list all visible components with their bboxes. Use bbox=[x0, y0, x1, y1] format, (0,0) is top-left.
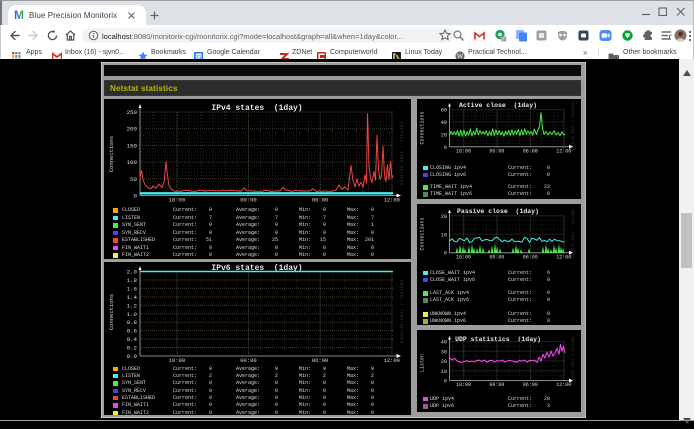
svg-text:RRDTOOL / TOBI OETIKER: RRDTOOL / TOBI OETIKER bbox=[571, 209, 575, 258]
svg-text:06:00: 06:00 bbox=[523, 254, 538, 260]
svg-text:0.6: 0.6 bbox=[127, 328, 138, 335]
svg-text:0: 0 bbox=[444, 378, 447, 384]
svg-text:0.8: 0.8 bbox=[127, 319, 138, 326]
svg-text:40: 40 bbox=[441, 120, 447, 126]
svg-text:12:00: 12:00 bbox=[556, 254, 571, 260]
svg-text:0.4: 0.4 bbox=[127, 336, 138, 343]
svg-text:06:00: 06:00 bbox=[312, 357, 329, 364]
svg-text:1.4: 1.4 bbox=[127, 294, 138, 301]
svg-text:0: 0 bbox=[444, 250, 447, 256]
svg-text:0: 0 bbox=[444, 145, 447, 151]
svg-text:1.0: 1.0 bbox=[127, 311, 138, 318]
svg-text:200: 200 bbox=[127, 126, 138, 133]
svg-text:06:00: 06:00 bbox=[523, 382, 538, 388]
svg-text:RRDTOOL / TOBI OETIKER: RRDTOOL / TOBI OETIKER bbox=[399, 122, 404, 186]
svg-text:150: 150 bbox=[127, 142, 138, 149]
svg-text:Listen: Listen bbox=[420, 353, 426, 371]
svg-text:12:00: 12:00 bbox=[383, 197, 400, 204]
svg-text:Active close (1day): Active close (1day) bbox=[459, 102, 537, 109]
svg-text:18:00: 18:00 bbox=[456, 254, 471, 260]
svg-text:00:00: 00:00 bbox=[489, 382, 504, 388]
svg-text:1.6: 1.6 bbox=[127, 285, 138, 292]
svg-text:1.2: 1.2 bbox=[127, 302, 138, 309]
svg-text:Connections: Connections bbox=[108, 136, 115, 172]
svg-text:12: 12 bbox=[501, 37, 507, 42]
svg-text:30: 30 bbox=[441, 349, 447, 355]
svg-text:18:00: 18:00 bbox=[456, 382, 471, 388]
svg-text:00:00: 00:00 bbox=[240, 357, 257, 364]
svg-text:100: 100 bbox=[127, 159, 138, 166]
svg-text:1.8: 1.8 bbox=[127, 277, 138, 284]
svg-text:00:00: 00:00 bbox=[489, 149, 504, 155]
svg-text:Connections: Connections bbox=[108, 294, 115, 330]
svg-text:12:00: 12:00 bbox=[556, 382, 571, 388]
svg-text:RRDTOOL / TOBI OETIKER: RRDTOOL / TOBI OETIKER bbox=[571, 336, 575, 385]
svg-text:06:00: 06:00 bbox=[523, 149, 538, 155]
svg-text:250: 250 bbox=[127, 109, 138, 116]
svg-text:00:00: 00:00 bbox=[489, 254, 504, 260]
svg-text:Passive close (1day): Passive close (1day) bbox=[457, 208, 539, 215]
svg-text:40: 40 bbox=[441, 339, 447, 345]
svg-text:00:00: 00:00 bbox=[240, 197, 257, 204]
svg-text:Connections: Connections bbox=[420, 217, 426, 250]
svg-text:0.2: 0.2 bbox=[127, 345, 138, 352]
svg-text:Connections: Connections bbox=[420, 111, 426, 144]
svg-text:10: 10 bbox=[441, 232, 447, 238]
svg-text:18:00: 18:00 bbox=[169, 197, 186, 204]
svg-text:60: 60 bbox=[441, 108, 447, 114]
svg-text:20: 20 bbox=[441, 213, 447, 219]
svg-text:06:00: 06:00 bbox=[312, 197, 329, 204]
svg-text:RRDTOOL / TOBI OETIKER: RRDTOOL / TOBI OETIKER bbox=[571, 103, 575, 152]
svg-text:RRDTOOL / TOBI OETIKER: RRDTOOL / TOBI OETIKER bbox=[399, 280, 404, 344]
svg-text:12:00: 12:00 bbox=[383, 357, 400, 364]
svg-text:0.0: 0.0 bbox=[127, 353, 138, 360]
svg-text:18:00: 18:00 bbox=[456, 149, 471, 155]
svg-text:50: 50 bbox=[130, 176, 137, 183]
svg-text:18:00: 18:00 bbox=[169, 357, 186, 364]
svg-text:12:00: 12:00 bbox=[556, 149, 571, 155]
svg-text:10: 10 bbox=[441, 368, 447, 374]
svg-text:2.0: 2.0 bbox=[127, 269, 138, 276]
svg-text:20: 20 bbox=[441, 132, 447, 138]
svg-text:0: 0 bbox=[134, 193, 138, 200]
svg-text:20: 20 bbox=[441, 359, 447, 365]
